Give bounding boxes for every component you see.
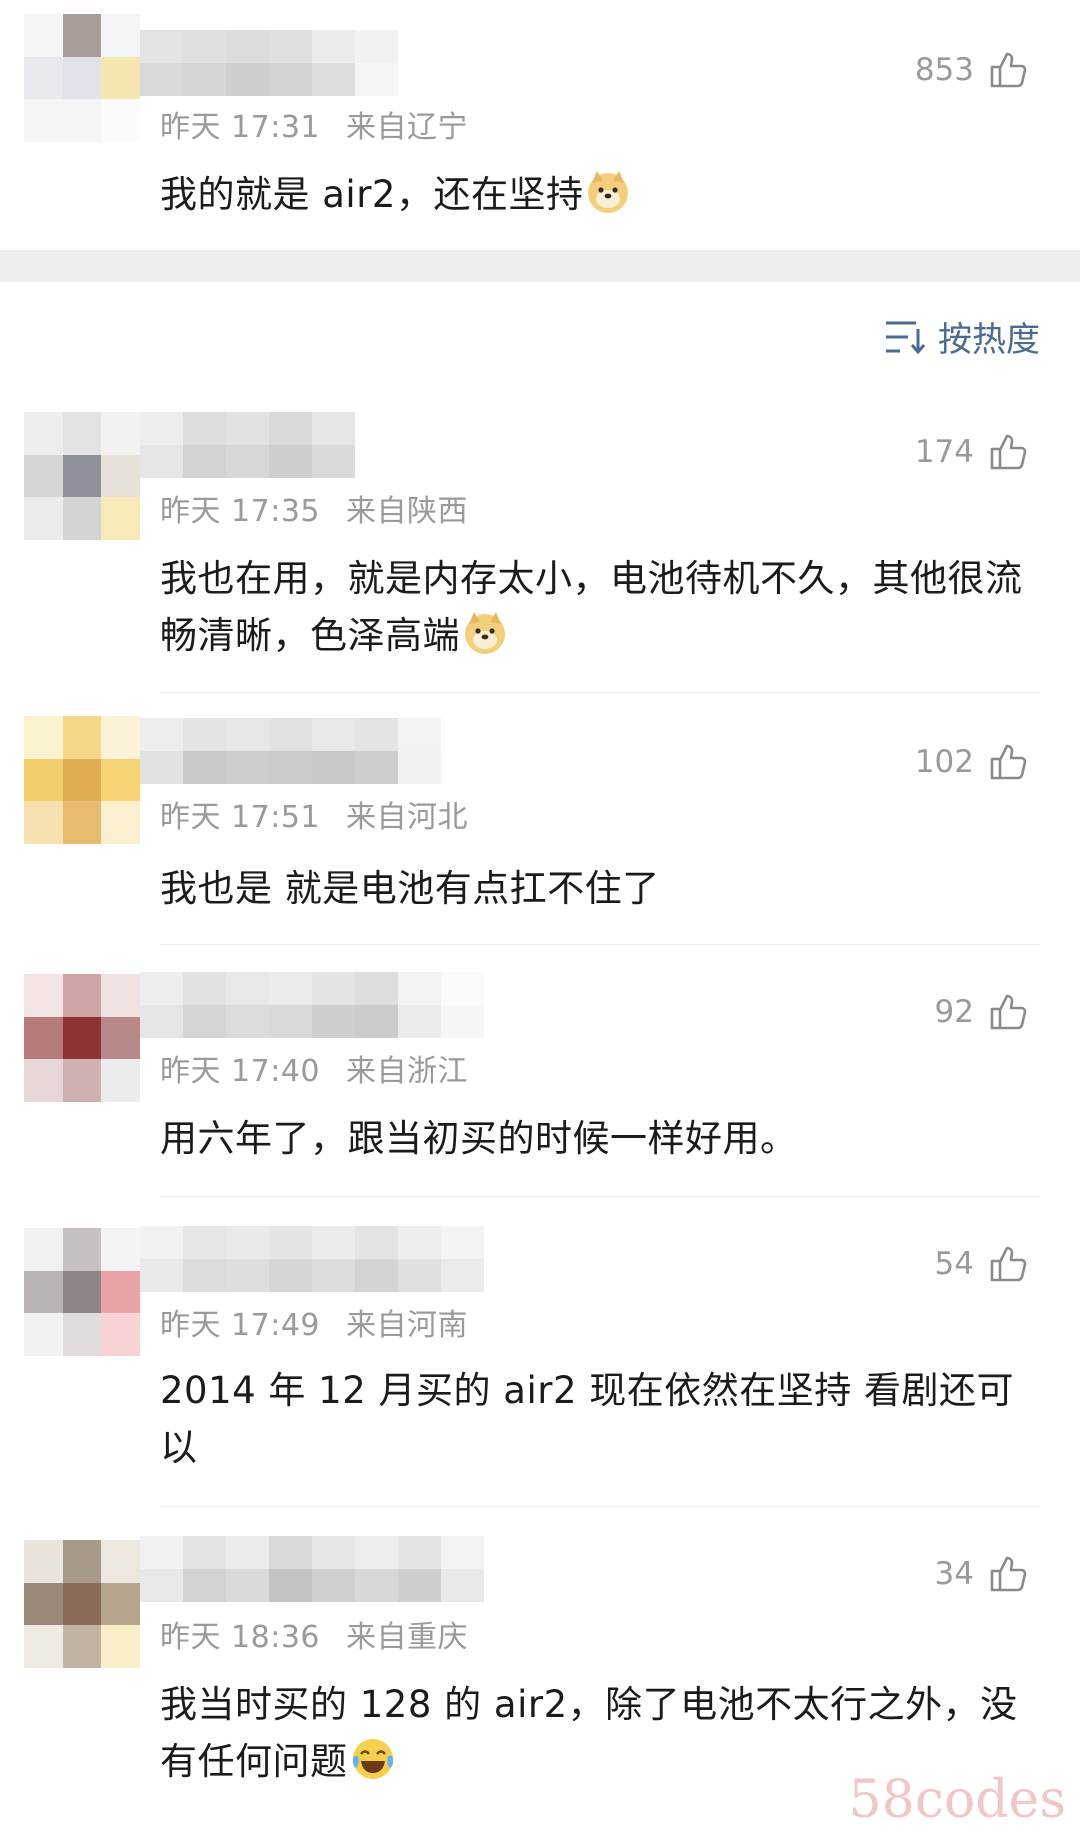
comment-time: 昨天 17:31 (160, 110, 320, 145)
like-button[interactable]: 853 (915, 50, 1028, 90)
comment-item: 昨天 17:31 来自辽宁 853 我的就是 air2，还在坚持 (0, 0, 1080, 250)
comment-location: 来自河北 (346, 800, 468, 835)
section-separator (0, 250, 1080, 282)
username[interactable] (140, 412, 355, 478)
comment-body: 我也是 就是电池有点扛不住了 (160, 867, 660, 910)
comment-body: 我也在用，就是内存太小，电池待机不久，其他很流畅清晰，色泽高端 (160, 557, 1023, 657)
comment-text: 我的就是 air2，还在坚持 (160, 166, 1030, 223)
comment-divider (160, 1506, 1040, 1507)
comment-meta: 昨天 17:51 来自河北 (160, 792, 468, 836)
comment-text: 我也在用，就是内存太小，电池待机不久，其他很流畅清晰，色泽高端 (160, 550, 1030, 664)
comment-item: 昨天 17:51 来自河北 102 我也是 就是电池有点扛不住了 (0, 712, 1080, 942)
username[interactable] (140, 718, 441, 784)
doge-emoji-icon (465, 612, 505, 654)
comment-body: 2014 年 12 月买的 air2 现在依然在坚持 看剧还可以 (160, 1369, 1015, 1469)
avatar[interactable] (24, 716, 140, 844)
username[interactable] (140, 30, 398, 96)
thumbs-up-icon (990, 52, 1027, 88)
comment-location: 来自河南 (346, 1308, 468, 1343)
like-count: 174 (914, 434, 974, 470)
avatar[interactable] (24, 412, 140, 540)
comment-time: 昨天 18:36 (160, 1620, 320, 1655)
sort-by-hot-button[interactable]: 按热度 (884, 312, 1040, 361)
thumbs-up-icon (990, 1556, 1027, 1592)
avatar[interactable] (24, 1228, 140, 1356)
comment-meta: 昨天 17:31 来自辽宁 (160, 102, 468, 146)
comment-text: 用六年了，跟当初买的时候一样好用。 (160, 1110, 1030, 1167)
comment-divider (160, 944, 1040, 945)
like-count: 102 (914, 744, 974, 780)
comment-location: 来自陕西 (346, 494, 468, 529)
thumbs-up-icon (990, 434, 1027, 470)
comment-body: 我的就是 air2，还在坚持 (160, 173, 584, 216)
laugh-cry-emoji-icon (352, 1739, 393, 1779)
comment-time: 昨天 17:51 (160, 800, 320, 835)
comment-text: 我也是 就是电池有点扛不住了 (160, 860, 1030, 917)
avatar[interactable] (24, 14, 140, 142)
thumbs-up-icon (990, 994, 1027, 1030)
username[interactable] (140, 1226, 484, 1292)
watermark: 58codes (848, 1770, 1066, 1830)
comment-feed: 昨天 17:31来自辽宁 853 我的就是 air2，还在坚持 按热度 昨天 (0, 0, 1080, 1830)
username[interactable] (140, 972, 484, 1038)
comment-meta: 昨天 18:36 来自重庆 (160, 1612, 468, 1656)
username[interactable] (140, 1536, 484, 1602)
thumbs-up-icon (990, 1246, 1027, 1282)
like-button[interactable]: 92 (935, 992, 1028, 1032)
comment-body: 用六年了，跟当初买的时候一样好用。 (160, 1117, 798, 1160)
comment-item: 昨天 17:40 来自浙江 92 用六年了，跟当初买的时候一样好用。 (0, 962, 1080, 1192)
like-button[interactable]: 34 (935, 1554, 1028, 1594)
comment-location: 来自辽宁 (346, 110, 468, 145)
like-button[interactable]: 174 (915, 432, 1028, 472)
like-count: 853 (914, 52, 974, 88)
comment-item: 昨天 17:49 来自河南 54 2014 年 12 月买的 air2 现在依然在… (0, 1214, 1080, 1504)
like-count: 34 (934, 1556, 974, 1592)
comment-divider (160, 1196, 1040, 1197)
comment-text: 2014 年 12 月买的 air2 现在依然在坚持 看剧还可以 (160, 1362, 1030, 1476)
comment-meta: 昨天 17:35 来自陕西 (160, 486, 468, 530)
like-count: 92 (934, 994, 974, 1030)
avatar[interactable] (24, 974, 140, 1102)
sort-icon (886, 321, 926, 354)
comment-location: 来自浙江 (346, 1054, 468, 1089)
like-button[interactable]: 102 (915, 742, 1028, 782)
comment-time: 昨天 17:40 (160, 1054, 320, 1089)
thumbs-up-icon (990, 744, 1027, 780)
comment-time: 昨天 17:49 (160, 1308, 320, 1343)
avatar[interactable] (24, 1540, 140, 1668)
like-count: 54 (934, 1246, 974, 1282)
comment-meta: 昨天 17:40 来自浙江 (160, 1046, 468, 1090)
like-button[interactable]: 54 (935, 1244, 1028, 1284)
comment-divider (160, 692, 1040, 693)
comment-item: 昨天 17:35 来自陕西 174 我也在用，就是内存太小，电池待机不久，其他很流… (0, 400, 1080, 690)
doge-emoji-icon (588, 171, 629, 213)
sort-label: 按热度 (938, 320, 1040, 360)
comment-time: 昨天 17:35 (160, 494, 320, 529)
comment-location: 来自重庆 (346, 1620, 468, 1655)
comment-body: 我当时买的 128 的 air2，除了电池不太行之外，没有任何问题 (160, 1683, 1018, 1783)
comment-meta: 昨天 17:49 来自河南 (160, 1300, 468, 1344)
